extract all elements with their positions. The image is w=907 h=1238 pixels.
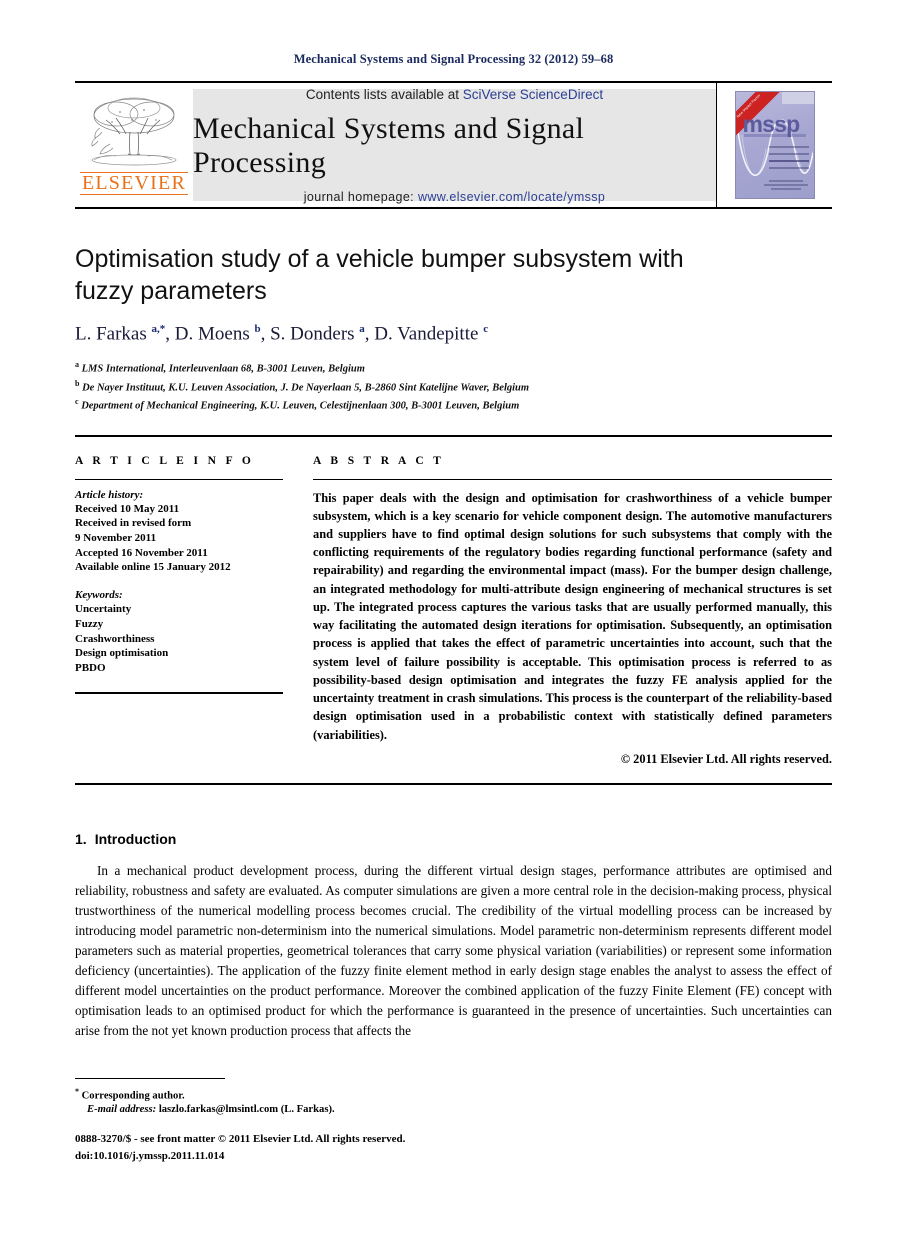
email-address[interactable]: laszlo.farkas@lmsintl.com (L. Farkas). xyxy=(159,1104,335,1115)
affiliation-text: De Nayer Instituut, K.U. Leuven Associat… xyxy=(82,382,530,394)
abstract-copyright: © 2011 Elsevier Ltd. All rights reserved… xyxy=(620,751,832,766)
homepage-prefix: journal homepage: xyxy=(303,189,418,204)
issn-block: 0888-3270/$ - see front matter © 2011 El… xyxy=(75,1131,405,1164)
journal-homepage-link[interactable]: www.elsevier.com/locate/ymssp xyxy=(418,190,605,204)
affiliation-item: a LMS International, Interleuvenlaan 68,… xyxy=(75,359,832,377)
keyword-item: Uncertainty xyxy=(75,603,132,616)
cover-subtitle-bar xyxy=(743,134,806,137)
affiliation-marker: b xyxy=(75,378,80,388)
running-head: Mechanical Systems and Signal Processing… xyxy=(293,52,614,66)
journal-cover-cell: New Impact Factor mssp xyxy=(716,83,832,207)
affiliation-marker: a xyxy=(75,360,79,370)
sciencedirect-link[interactable]: SciVerse ScienceDirect xyxy=(463,87,603,102)
cover-wordmark: mssp xyxy=(742,111,801,137)
author-list: L. Farkas a,*, D. Moens b, S. Donders a,… xyxy=(75,323,489,345)
article-info-column: A R T I C L E I N F O Article history: R… xyxy=(75,455,283,767)
section-title-text: Introduction xyxy=(94,830,177,847)
journal-masthead: ELSEVIER Contents lists available at Sci… xyxy=(75,81,832,209)
history-item: Received 10 May 2011 xyxy=(75,502,180,515)
elsevier-wordmark: ELSEVIER xyxy=(79,171,189,195)
article-history-label: Article history: xyxy=(75,488,144,501)
contents-available-line: Contents lists available at SciVerse Sci… xyxy=(306,87,603,102)
affiliation-text: LMS International, Interleuvenlaan 68, B… xyxy=(81,363,365,375)
article-page: Mechanical Systems and Signal Processing… xyxy=(0,0,907,1238)
abstract-rule xyxy=(313,478,832,480)
keyword-item: Crashworthiness xyxy=(75,632,155,645)
history-item: Received in revised form xyxy=(75,517,192,530)
history-item: Accepted 16 November 2011 xyxy=(75,546,208,559)
abstract-column: A B S T R A C T This paper deals with th… xyxy=(313,455,832,767)
cover-footer-lines xyxy=(763,178,809,192)
affiliation-marker: c xyxy=(75,397,79,407)
article-info-rule xyxy=(75,478,283,480)
journal-homepage-line: journal homepage: www.elsevier.com/locat… xyxy=(304,190,606,204)
history-item: Available online 15 January 2012 xyxy=(75,561,231,574)
keywords-label: Keywords: xyxy=(75,589,123,602)
journal-cover-thumbnail: New Impact Factor mssp xyxy=(734,91,815,199)
corresponding-author-text: Corresponding author. xyxy=(81,1090,185,1102)
affiliation-item: c Department of Mechanical Engineering, … xyxy=(75,396,832,414)
introduction-section: 1. Introduction In a mechanical product d… xyxy=(75,831,832,1042)
article-info-bottom-rule xyxy=(75,691,283,694)
article-info-heading: A R T I C L E I N F O xyxy=(75,454,255,467)
affiliation-item: b De Nayer Instituut, K.U. Leuven Associ… xyxy=(75,378,832,396)
keyword-item: Design optimisation xyxy=(75,647,169,660)
issn-line: 0888-3270/$ - see front matter © 2011 El… xyxy=(75,1133,406,1145)
footnote-rule xyxy=(75,1078,225,1079)
elsevier-tree-icon xyxy=(86,94,182,170)
affiliation-text: Department of Mechanical Engineering, K.… xyxy=(81,400,520,412)
email-note: E-mail address: laszlo.farkas@lmsintl.co… xyxy=(75,1104,675,1115)
info-abstract-grid: A R T I C L E I N F O Article history: R… xyxy=(75,437,832,767)
elsevier-logo: ELSEVIER xyxy=(75,83,193,207)
affiliation-list: a LMS International, Interleuvenlaan 68,… xyxy=(75,359,832,414)
history-item: 9 November 2011 xyxy=(75,532,157,545)
section-heading: 1. Introduction xyxy=(75,831,832,847)
journal-banner: Contents lists available at SciVerse Sci… xyxy=(193,87,716,204)
contents-prefix: Contents lists available at xyxy=(305,86,463,102)
keywords-block: Keywords: Uncertainty Fuzzy Crashworthin… xyxy=(75,589,283,676)
abstract-heading: A B S T R A C T xyxy=(313,454,445,467)
section-number: 1. xyxy=(75,830,87,847)
asterisk-marker: * xyxy=(75,1087,79,1096)
title-block: Optimisation study of a vehicle bumper s… xyxy=(75,243,832,415)
keyword-item: PBDO xyxy=(75,662,106,675)
keyword-item: Fuzzy xyxy=(75,617,104,630)
journal-title: Mechanical Systems and Signal Processing xyxy=(193,111,585,179)
email-label: E-mail address: xyxy=(87,1103,157,1115)
abstract-text: This paper deals with the design and opt… xyxy=(313,490,832,742)
body-paragraph: In a mechanical product development proc… xyxy=(75,862,832,1039)
corresponding-author-note: * Corresponding author. xyxy=(75,1086,675,1104)
page-title: Optimisation study of a vehicle bumper s… xyxy=(75,245,684,305)
footnote-block: * Corresponding author. E-mail address: … xyxy=(75,1086,675,1115)
doi-line[interactable]: doi:10.1016/j.ymssp.2011.11.014 xyxy=(75,1148,405,1165)
info-bottom-rule xyxy=(75,782,832,785)
cover-text-lines xyxy=(768,146,809,174)
